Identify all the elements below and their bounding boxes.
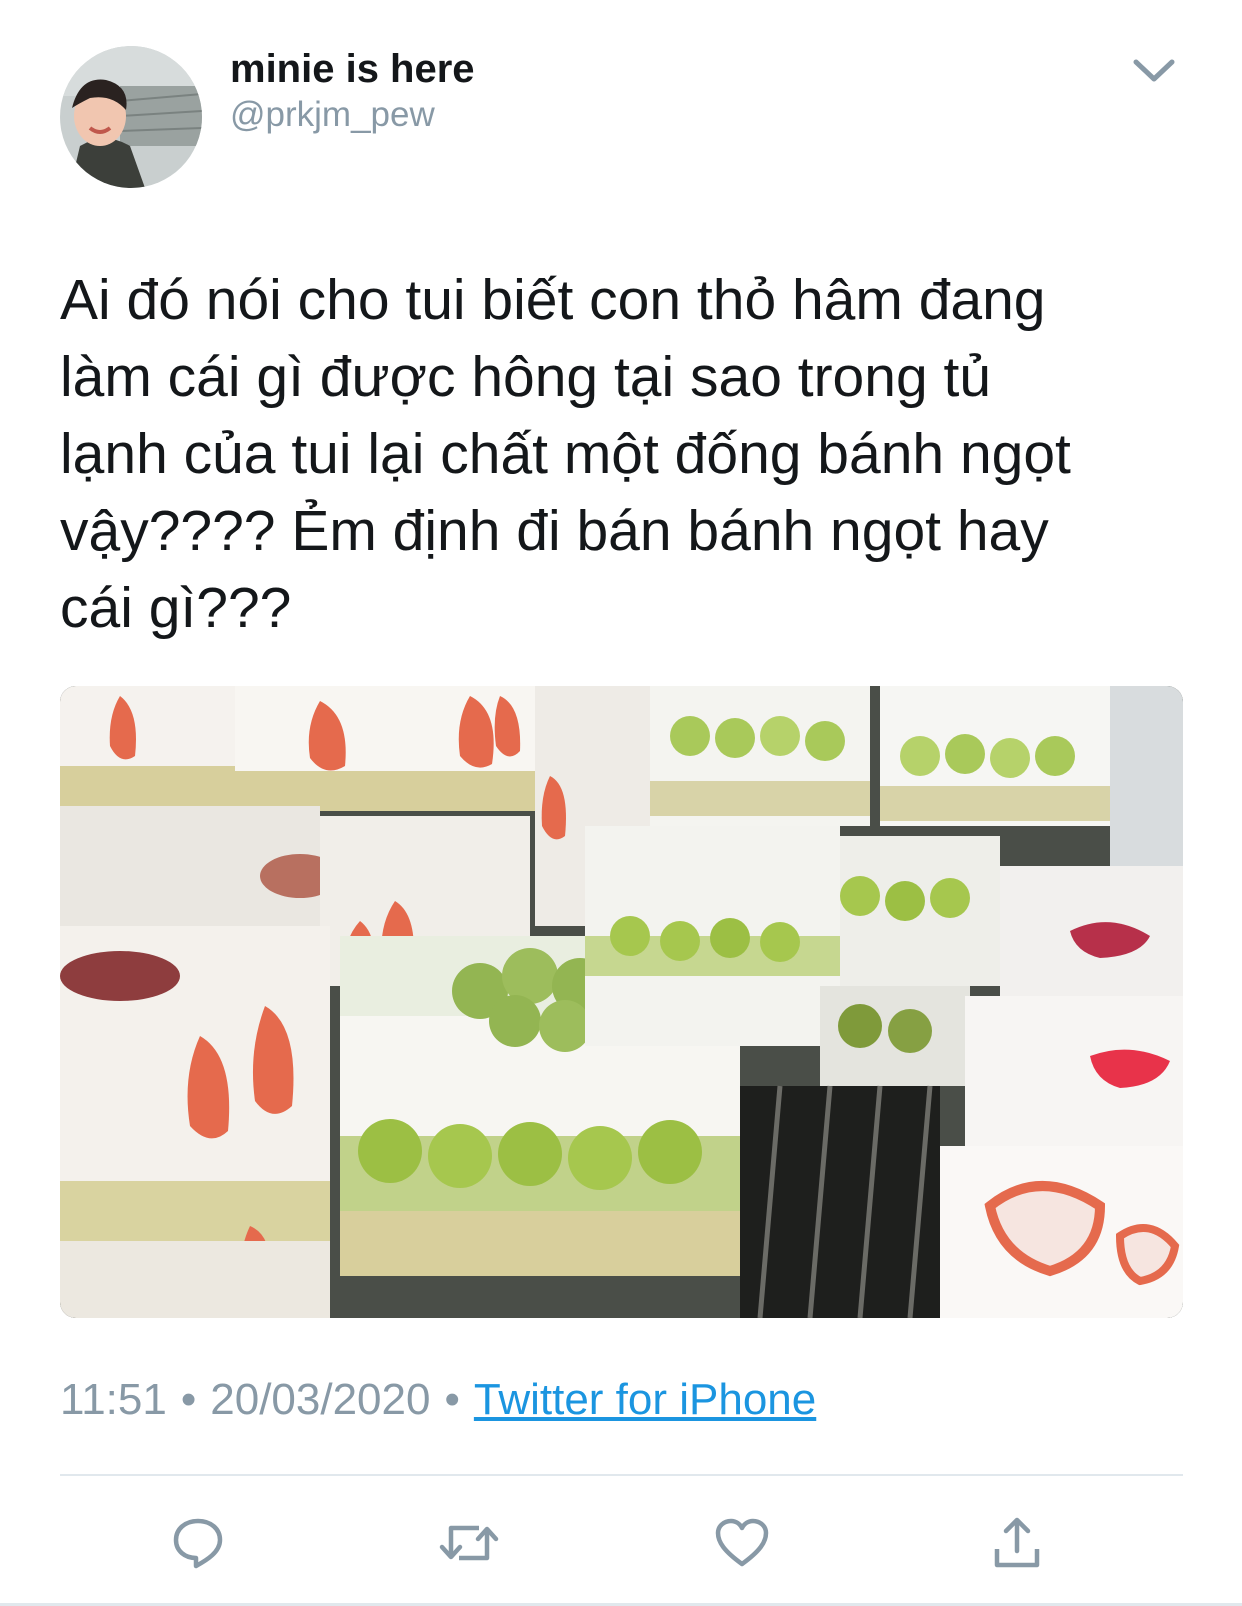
heart-icon[interactable]: [707, 1508, 777, 1578]
reply-icon[interactable]: [163, 1508, 233, 1578]
share-icon[interactable]: [982, 1508, 1052, 1578]
tweet-header: minie is here @prkjm_pew: [60, 46, 1180, 196]
user-names: minie is here @prkjm_pew: [230, 46, 475, 137]
meta-separator: •: [180, 1375, 197, 1424]
meta-separator: •: [444, 1375, 460, 1424]
display-name[interactable]: minie is here: [230, 46, 475, 92]
retweet-icon[interactable]: [434, 1508, 504, 1578]
tweet-time: 11:51: [60, 1375, 167, 1424]
divider: [60, 1474, 1183, 1476]
tweet-source-link[interactable]: Twitter for iPhone: [474, 1375, 816, 1424]
tweet-date: 20/03/2020: [210, 1375, 431, 1424]
tweet-photo[interactable]: [60, 686, 1183, 1318]
tweet-text: Ai đó nói cho tui biết con thỏ hâm đang …: [60, 268, 1071, 640]
tweet-meta: 11:51 • 20/03/2020 • Twitter for iPhone: [60, 1372, 816, 1428]
avatar[interactable]: [60, 46, 202, 188]
chevron-down-icon[interactable]: [1130, 52, 1178, 88]
user-handle[interactable]: @prkjm_pew: [230, 93, 475, 137]
action-bar: [60, 1508, 1183, 1578]
